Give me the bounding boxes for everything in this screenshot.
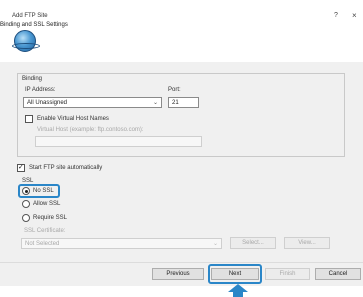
radio-allow-ssl-label: Allow SSL — [33, 201, 61, 207]
ip-address-dropdown[interactable]: All Unassigned ⌄ — [23, 97, 162, 108]
port-label: Port: — [168, 87, 181, 93]
checkmark-icon: ✓ — [18, 164, 24, 171]
help-button[interactable]: ? — [334, 12, 338, 19]
radio-require-ssl[interactable] — [22, 214, 30, 222]
chevron-down-icon: ⌄ — [212, 241, 218, 247]
port-input[interactable]: 21 — [168, 97, 199, 108]
virtual-host-label: Virtual Host (example: ftp.contoso.com): — [37, 127, 144, 133]
radio-no-ssl-label: No SSL — [33, 188, 54, 194]
window-title: Add FTP Site — [12, 13, 48, 19]
ssl-certificate-value: Not Selected — [25, 241, 60, 247]
radio-no-ssl[interactable] — [22, 187, 30, 195]
radio-require-ssl-label: Require SSL — [33, 215, 68, 221]
finish-button[interactable]: Finish — [265, 268, 310, 280]
cancel-button[interactable]: Cancel — [315, 268, 361, 280]
ip-address-value: All Unassigned — [27, 100, 68, 106]
globe-icon — [12, 30, 40, 52]
start-automatically-checkbox[interactable]: ✓ — [17, 164, 25, 172]
virtual-host-checkbox[interactable] — [25, 115, 33, 123]
virtual-host-input[interactable] — [35, 136, 202, 147]
select-certificate-button[interactable]: Select... — [230, 237, 276, 249]
next-button[interactable]: Next — [211, 268, 259, 280]
virtual-host-checkbox-label: Enable Virtual Host Names — [37, 116, 109, 122]
ip-address-label: IP Address: — [25, 87, 56, 93]
start-automatically-label: Start FTP site automatically — [29, 165, 103, 171]
close-button[interactable]: × — [352, 11, 357, 20]
title-bar: Add FTP Site ? × — [0, 0, 363, 22]
port-value: 21 — [172, 100, 179, 106]
view-certificate-button[interactable]: View... — [284, 237, 330, 249]
arrow-stem — [233, 291, 243, 297]
binding-group-label: Binding — [22, 76, 43, 82]
chevron-down-icon: ⌄ — [152, 100, 158, 106]
wizard-header — [0, 22, 363, 62]
ssl-certificate-dropdown[interactable]: Not Selected ⌄ — [21, 238, 222, 249]
page-title: Binding and SSL Settings — [0, 22, 68, 28]
previous-button[interactable]: Previous — [152, 268, 204, 280]
ssl-certificate-label: SSL Certificate: — [24, 228, 66, 234]
radio-allow-ssl[interactable] — [22, 200, 30, 208]
